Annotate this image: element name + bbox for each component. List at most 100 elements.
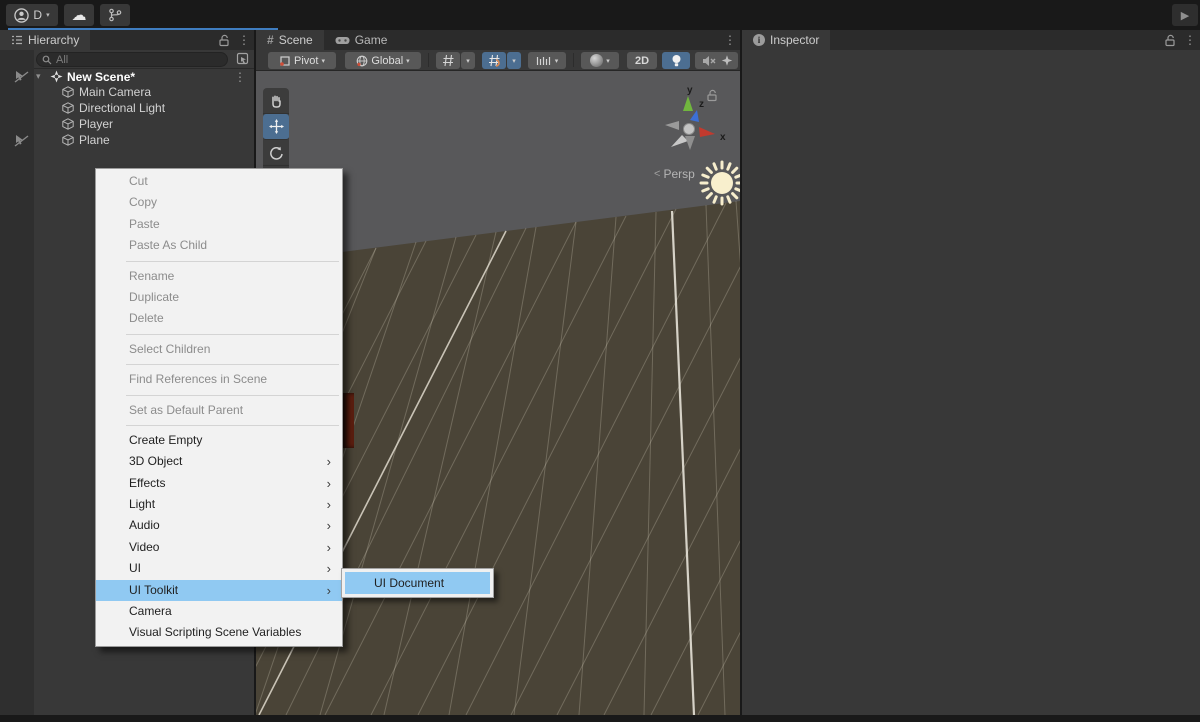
inspector-panel: i Inspector ⋮ xyxy=(742,30,1200,715)
menu-item-3d-object[interactable]: 3D Object › xyxy=(96,451,342,472)
chevron-down-icon: ▾ xyxy=(466,57,470,65)
rotate-tool[interactable] xyxy=(263,140,289,166)
menu-item-copy[interactable]: Copy xyxy=(96,192,342,213)
perspective-toggle[interactable]: < Persp xyxy=(654,167,695,181)
menu-item-audio[interactable]: Audio › xyxy=(96,515,342,536)
hierarchy-list-icon xyxy=(12,35,22,45)
scene-effects-button[interactable] xyxy=(716,52,738,69)
hierarchy-search-field[interactable] xyxy=(36,52,228,67)
move-icon xyxy=(268,119,284,134)
light-bulb-icon xyxy=(672,54,680,66)
2d-label: 2D xyxy=(634,54,650,67)
menu-separator xyxy=(126,364,339,366)
chevron-down-icon: ▾ xyxy=(554,57,559,65)
menu-item-delete[interactable]: Delete xyxy=(96,308,342,329)
scene-orientation-gizmo[interactable]: y z x xyxy=(651,83,731,163)
hand-icon xyxy=(272,94,281,108)
account-button[interactable]: D ▾ xyxy=(6,4,58,26)
scene-lighting-button[interactable] xyxy=(662,52,690,69)
tab-label: Inspector xyxy=(770,33,820,47)
lock-open-icon[interactable] xyxy=(1164,34,1176,47)
move-tool-selected[interactable] xyxy=(263,114,289,140)
grid-snapping-dropdown[interactable]: ▾ xyxy=(507,52,521,69)
menu-item-duplicate[interactable]: Duplicate xyxy=(96,287,342,308)
grid-visibility-dropdown[interactable]: ▾ xyxy=(461,52,475,69)
menu-item-ui-document[interactable]: UI Document xyxy=(345,572,490,594)
version-control-button[interactable] xyxy=(100,4,130,26)
foldout-arrow-icon[interactable]: ▾ xyxy=(36,71,41,82)
menu-item-rename[interactable]: Rename xyxy=(96,266,342,287)
submenu-arrow-icon: › xyxy=(326,539,331,555)
2d-toggle-button[interactable]: 2D xyxy=(627,52,657,69)
main-toolbar: D ▾ ☁ ▶ xyxy=(0,0,1200,30)
scene-header-row[interactable]: ▾ New Scene* ⋮ xyxy=(0,68,254,85)
snap-increment-button[interactable]: ▾ xyxy=(528,52,566,69)
search-input[interactable] xyxy=(56,53,222,66)
hierarchy-item-player[interactable]: Player xyxy=(34,116,254,132)
ui-toolkit-submenu: UI Document xyxy=(341,568,494,598)
lock-open-icon[interactable] xyxy=(218,34,230,47)
pivot-mode-button[interactable]: Pivot ▾ xyxy=(268,52,336,69)
grid-visibility-button[interactable] xyxy=(436,52,460,69)
more-options-icon[interactable]: ⋮ xyxy=(234,70,246,84)
view-hand-tool[interactable] xyxy=(263,88,289,114)
play-icon: ▶ xyxy=(1180,9,1190,22)
hierarchy-item-plane[interactable]: Plane xyxy=(34,132,254,148)
hierarchy-item-main-camera[interactable]: Main Camera xyxy=(34,84,254,100)
menu-separator xyxy=(126,260,339,262)
menu-item-create-empty[interactable]: Create Empty xyxy=(96,430,342,451)
tab-scene[interactable]: # Scene xyxy=(256,30,324,50)
cloud-icon: ☁ xyxy=(71,7,87,24)
submenu-arrow-icon: › xyxy=(326,454,331,470)
cloud-services-button[interactable]: ☁ xyxy=(64,4,94,26)
menu-item-paste-as-child[interactable]: Paste As Child xyxy=(96,235,342,256)
shading-mode-button[interactable]: ▾ xyxy=(581,52,619,69)
more-options-icon[interactable]: ⋮ xyxy=(238,33,250,47)
menu-item-effects[interactable]: Effects › xyxy=(96,473,342,494)
grid-snapping-button[interactable] xyxy=(482,52,506,69)
picking-disabled-icon[interactable] xyxy=(14,134,29,147)
branch-icon xyxy=(109,8,122,22)
menu-item-camera[interactable]: Camera xyxy=(96,601,342,622)
menu-item-video[interactable]: Video › xyxy=(96,537,342,558)
menu-item-visual-scripting-scene-variables[interactable]: Visual Scripting Scene Variables xyxy=(96,622,342,643)
global-mode-button[interactable]: Global ▾ xyxy=(345,52,421,69)
hierarchy-toolbar: + ▾ xyxy=(0,50,254,69)
tab-label: Hierarchy xyxy=(28,33,80,47)
hierarchy-item-directional-light[interactable]: Directional Light xyxy=(34,100,254,116)
scene-picker-icon[interactable] xyxy=(236,52,249,65)
menu-item-paste[interactable]: Paste xyxy=(96,214,342,235)
menu-item-find-references-in-scene[interactable]: Find References in Scene xyxy=(96,369,342,390)
item-label: Directional Light xyxy=(79,101,166,115)
more-options-icon[interactable]: ⋮ xyxy=(724,33,736,47)
chevron-down-icon: ▾ xyxy=(46,12,50,19)
tab-game[interactable]: Game xyxy=(324,30,399,50)
audio-muted-icon xyxy=(703,55,716,66)
persp-text: Persp xyxy=(663,167,695,181)
menu-separator xyxy=(126,333,339,335)
menu-item-light[interactable]: Light › xyxy=(96,494,342,515)
axis-z-cone[interactable] xyxy=(690,110,699,122)
picking-disabled-icon[interactable] xyxy=(14,70,29,83)
tab-hierarchy[interactable]: Hierarchy xyxy=(0,30,91,50)
menu-item-set-as-default-parent[interactable]: Set as Default Parent xyxy=(96,400,342,421)
menu-item-ui-toolkit[interactable]: UI Toolkit › xyxy=(96,579,342,602)
info-icon: i xyxy=(753,34,765,46)
menu-item-cut[interactable]: Cut xyxy=(96,171,342,192)
menu-item-select-children[interactable]: Select Children xyxy=(96,339,342,360)
menu-item-ui[interactable]: UI › xyxy=(96,558,342,579)
gameobject-cube-icon xyxy=(62,86,74,98)
gizmo-lock-open-icon[interactable] xyxy=(706,89,718,102)
play-button[interactable]: ▶ xyxy=(1172,4,1198,26)
more-options-icon[interactable]: ⋮ xyxy=(1184,33,1196,47)
pivot-icon xyxy=(280,55,290,66)
axis-y-cone[interactable] xyxy=(683,96,693,111)
tab-label: Game xyxy=(354,33,388,47)
pivot-label: Pivot xyxy=(294,54,319,67)
account-label: D xyxy=(33,8,43,22)
submenu-arrow-icon: › xyxy=(326,475,331,491)
menu-separator xyxy=(126,394,339,396)
directional-light-gizmo-icon[interactable] xyxy=(699,160,740,206)
tab-inspector[interactable]: i Inspector xyxy=(742,30,831,50)
axis-x-cone[interactable] xyxy=(699,127,715,137)
